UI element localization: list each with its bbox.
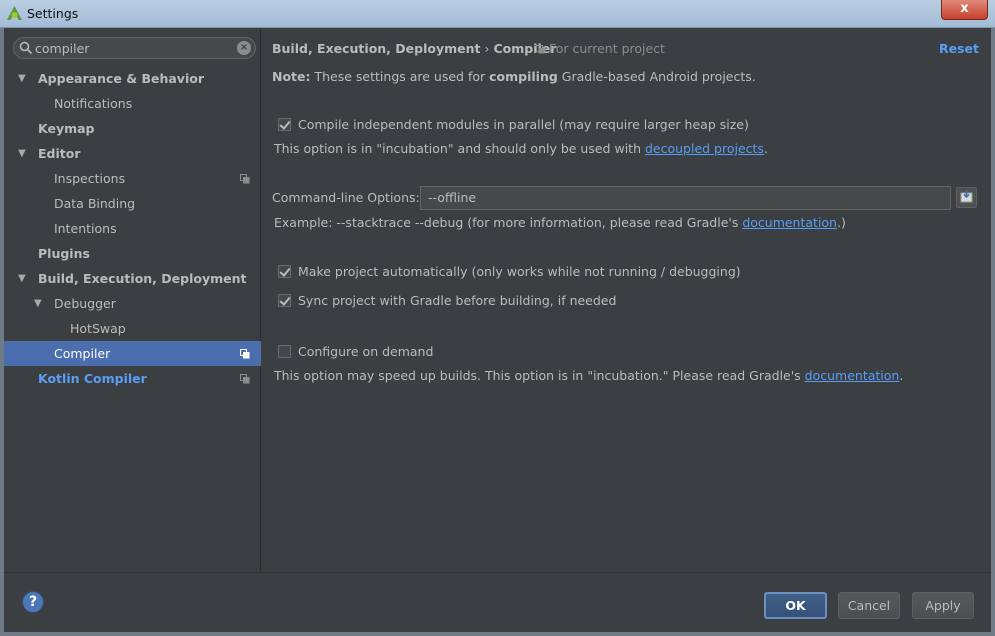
sidebar-item-kotlin-compiler[interactable]: Kotlin Compiler: [4, 366, 261, 391]
sidebar-item-build-execution-deployment[interactable]: ▼ Build, Execution, Deployment: [4, 266, 261, 291]
ok-button[interactable]: OK: [764, 592, 827, 619]
sidebar-item-label: Editor: [38, 146, 81, 161]
configure-help-suffix: .: [899, 368, 904, 383]
sidebar-item-keymap[interactable]: Keymap: [4, 116, 261, 141]
project-scope-icon: [240, 349, 250, 359]
make-automatically-option[interactable]: Make project automatically (only works w…: [278, 264, 741, 279]
project-scope-icon: [240, 374, 250, 384]
command-line-input[interactable]: --offline: [420, 186, 951, 210]
sidebar-item-inspections[interactable]: Inspections: [4, 166, 261, 191]
sidebar-item-label: Notifications: [54, 96, 133, 111]
sidebar-item-label: Debugger: [54, 296, 116, 311]
sync-gradle-option[interactable]: Sync project with Gradle before building…: [278, 293, 616, 308]
sidebar-item-plugins[interactable]: Plugins: [4, 241, 261, 266]
cancel-button[interactable]: Cancel: [838, 592, 900, 619]
search-icon: [19, 41, 33, 55]
configure-help-prefix: This option may speed up builds. This op…: [274, 368, 805, 383]
decoupled-projects-link[interactable]: decoupled projects: [645, 141, 764, 156]
project-scope-icon: [536, 45, 545, 54]
parallel-compile-label: Compile independent modules in parallel …: [298, 117, 749, 132]
expand-input-button[interactable]: [956, 187, 977, 208]
expand-arrow-icon[interactable]: ▼: [18, 266, 26, 291]
project-scope-icon: [240, 174, 250, 184]
breadcrumb-separator: ›: [484, 41, 490, 56]
sidebar-item-intentions[interactable]: Intentions: [4, 216, 261, 241]
make-automatically-label: Make project automatically (only works w…: [298, 264, 741, 279]
sidebar-item-compiler[interactable]: Compiler: [4, 341, 261, 366]
help-button[interactable]: ?: [22, 591, 44, 613]
command-line-label: Command-line Options:: [272, 190, 420, 205]
sidebar-item-label: Build, Execution, Deployment: [38, 271, 247, 286]
sidebar-item-notifications[interactable]: Notifications: [4, 91, 261, 116]
apply-button[interactable]: Apply: [912, 592, 974, 619]
window-close-button[interactable]: x: [941, 0, 988, 20]
dialog-button-bar: ? OK Cancel Apply: [4, 572, 991, 632]
sidebar-item-appearance-behavior[interactable]: ▼ Appearance & Behavior: [4, 66, 261, 91]
note-text-1: These settings are used for: [310, 69, 490, 84]
configure-on-demand-checkbox[interactable]: [278, 345, 291, 358]
breadcrumb: Build, Execution, Deployment › Compiler: [272, 41, 556, 56]
sidebar-item-debugger[interactable]: ▼ Debugger: [4, 291, 261, 316]
project-scope-label: For current project: [536, 41, 665, 56]
command-line-example: Example: --stacktrace --debug (for more …: [274, 215, 846, 230]
reset-link[interactable]: Reset: [939, 41, 979, 56]
sidebar-item-label: HotSwap: [70, 321, 126, 336]
expand-arrow-icon[interactable]: ▼: [34, 291, 42, 316]
example-prefix: Example: --stacktrace --debug (for more …: [274, 215, 743, 230]
settings-search[interactable]: compiler ×: [13, 37, 256, 59]
breadcrumb-parent: Build, Execution, Deployment: [272, 41, 481, 56]
configure-help-text: This option may speed up builds. This op…: [274, 368, 903, 383]
expand-icon: [960, 190, 973, 203]
command-line-documentation-link[interactable]: documentation: [742, 215, 837, 230]
parallel-compile-option[interactable]: Compile independent modules in parallel …: [278, 117, 749, 132]
sidebar-item-label: Inspections: [54, 171, 126, 186]
example-suffix: .): [836, 215, 846, 230]
settings-tree: ▼ Appearance & Behavior Notifications Keyma…: [4, 66, 261, 391]
parallel-help-suffix: .: [763, 141, 768, 156]
note-emphasis: compiling: [489, 69, 558, 84]
search-input[interactable]: compiler: [35, 41, 89, 56]
make-automatically-checkbox[interactable]: [278, 265, 291, 278]
sidebar-item-label: Keymap: [38, 121, 95, 136]
scope-text: For current project: [549, 41, 665, 56]
settings-dialog: compiler × ▼ Appearance & Behavior Notific…: [4, 28, 991, 632]
sidebar-item-label: Data Binding: [54, 196, 136, 211]
sidebar-item-data-binding[interactable]: Data Binding: [4, 191, 261, 216]
sidebar-item-editor[interactable]: ▼ Editor: [4, 141, 261, 166]
note-text-2: Gradle-based Android projects.: [557, 69, 756, 84]
configure-on-demand-option[interactable]: Configure on demand: [278, 344, 433, 359]
sidebar-item-label: Kotlin Compiler: [38, 371, 147, 386]
configure-on-demand-label: Configure on demand: [298, 344, 434, 359]
parallel-help-prefix: This option is in "incubation" and shoul…: [274, 141, 645, 156]
gradle-note: Note: These settings are used for compil…: [272, 69, 756, 84]
parallel-help-text: This option is in "incubation" and shoul…: [274, 141, 768, 156]
configure-documentation-link[interactable]: documentation: [805, 368, 900, 383]
sidebar-item-label: Intentions: [54, 221, 117, 236]
sync-gradle-label: Sync project with Gradle before building…: [298, 293, 617, 308]
sidebar-item-hotswap[interactable]: HotSwap: [4, 316, 261, 341]
sync-gradle-checkbox[interactable]: [278, 294, 291, 307]
sidebar-item-label: Compiler: [54, 346, 111, 361]
note-prefix: Note:: [272, 69, 311, 84]
sidebar-item-label: Plugins: [38, 246, 90, 261]
parallel-compile-checkbox[interactable]: [278, 118, 291, 131]
compiler-settings-panel: Build, Execution, Deployment › Compiler Fo…: [262, 28, 991, 572]
window-titlebar: Settings x: [0, 0, 995, 28]
sidebar-item-label: Appearance & Behavior: [38, 71, 204, 86]
expand-arrow-icon[interactable]: ▼: [18, 66, 26, 91]
window-title: Settings: [27, 6, 79, 21]
android-studio-icon: [7, 6, 22, 20]
expand-arrow-icon[interactable]: ▼: [18, 141, 26, 166]
settings-sidebar: compiler × ▼ Appearance & Behavior Notific…: [4, 28, 261, 572]
clear-search-icon[interactable]: ×: [237, 41, 251, 55]
